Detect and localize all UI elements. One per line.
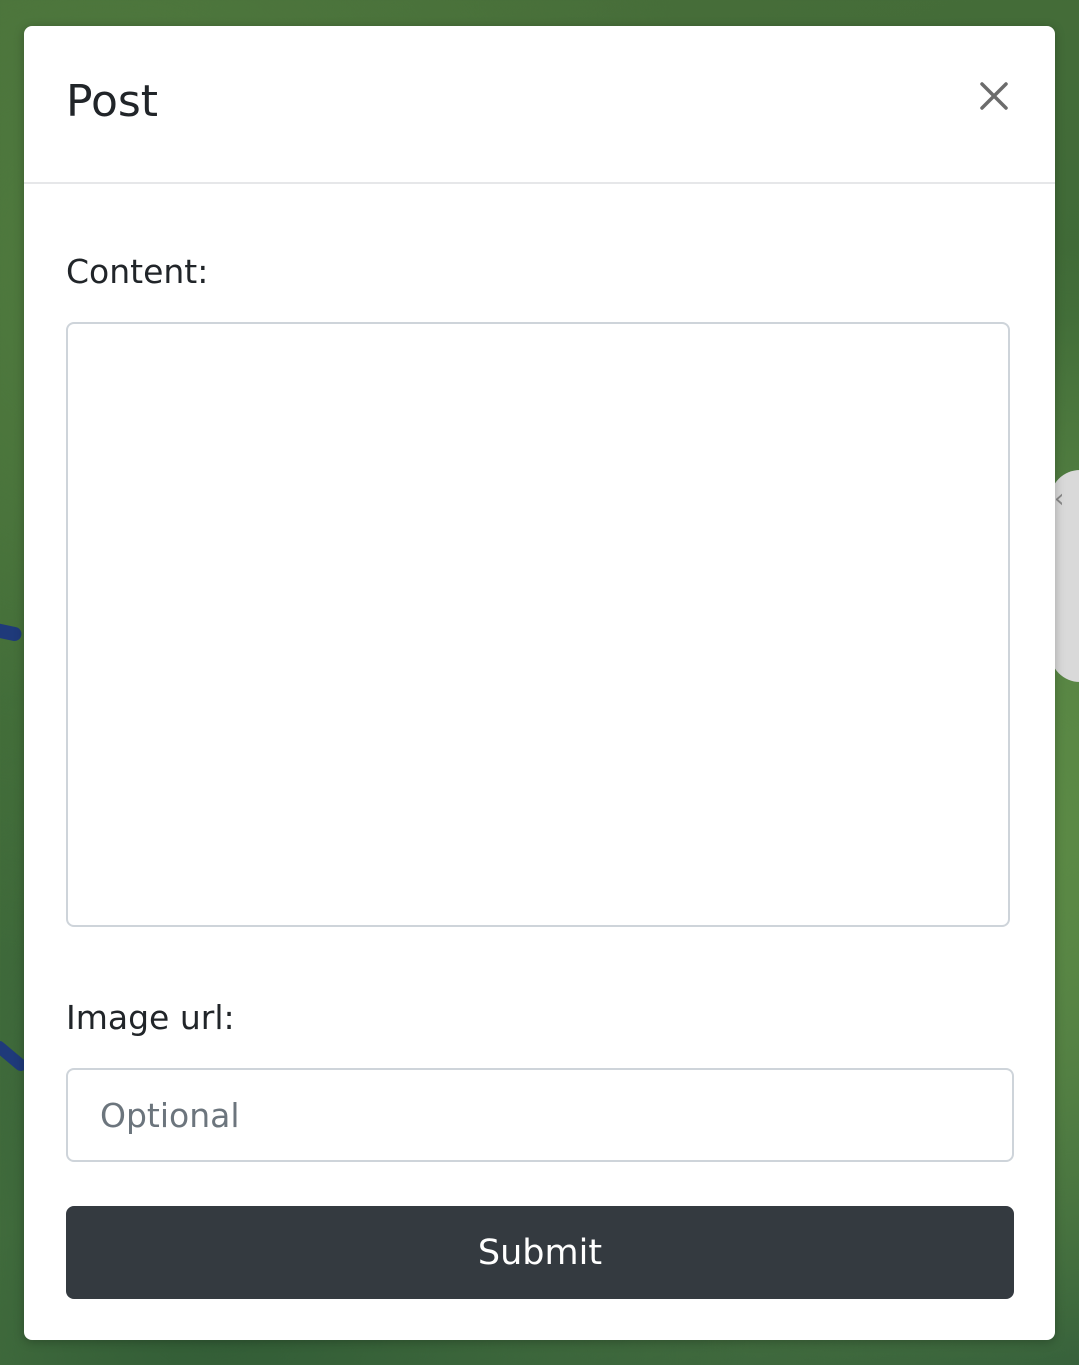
modal-header: Post <box>24 26 1055 184</box>
close-button[interactable] <box>974 76 1014 116</box>
close-icon <box>980 82 1008 110</box>
map-route-line <box>0 615 23 643</box>
image-url-input[interactable] <box>66 1068 1014 1162</box>
content-label: Content: <box>66 252 209 291</box>
chevron-left-icon: ‹ <box>1054 484 1065 514</box>
submit-button[interactable]: Submit <box>66 1206 1014 1299</box>
modal-title: Post <box>66 76 159 127</box>
content-textarea[interactable] <box>66 322 1010 927</box>
post-modal: Post Content: Image url: Submit <box>24 26 1055 1340</box>
image-url-label: Image url: <box>66 998 235 1037</box>
